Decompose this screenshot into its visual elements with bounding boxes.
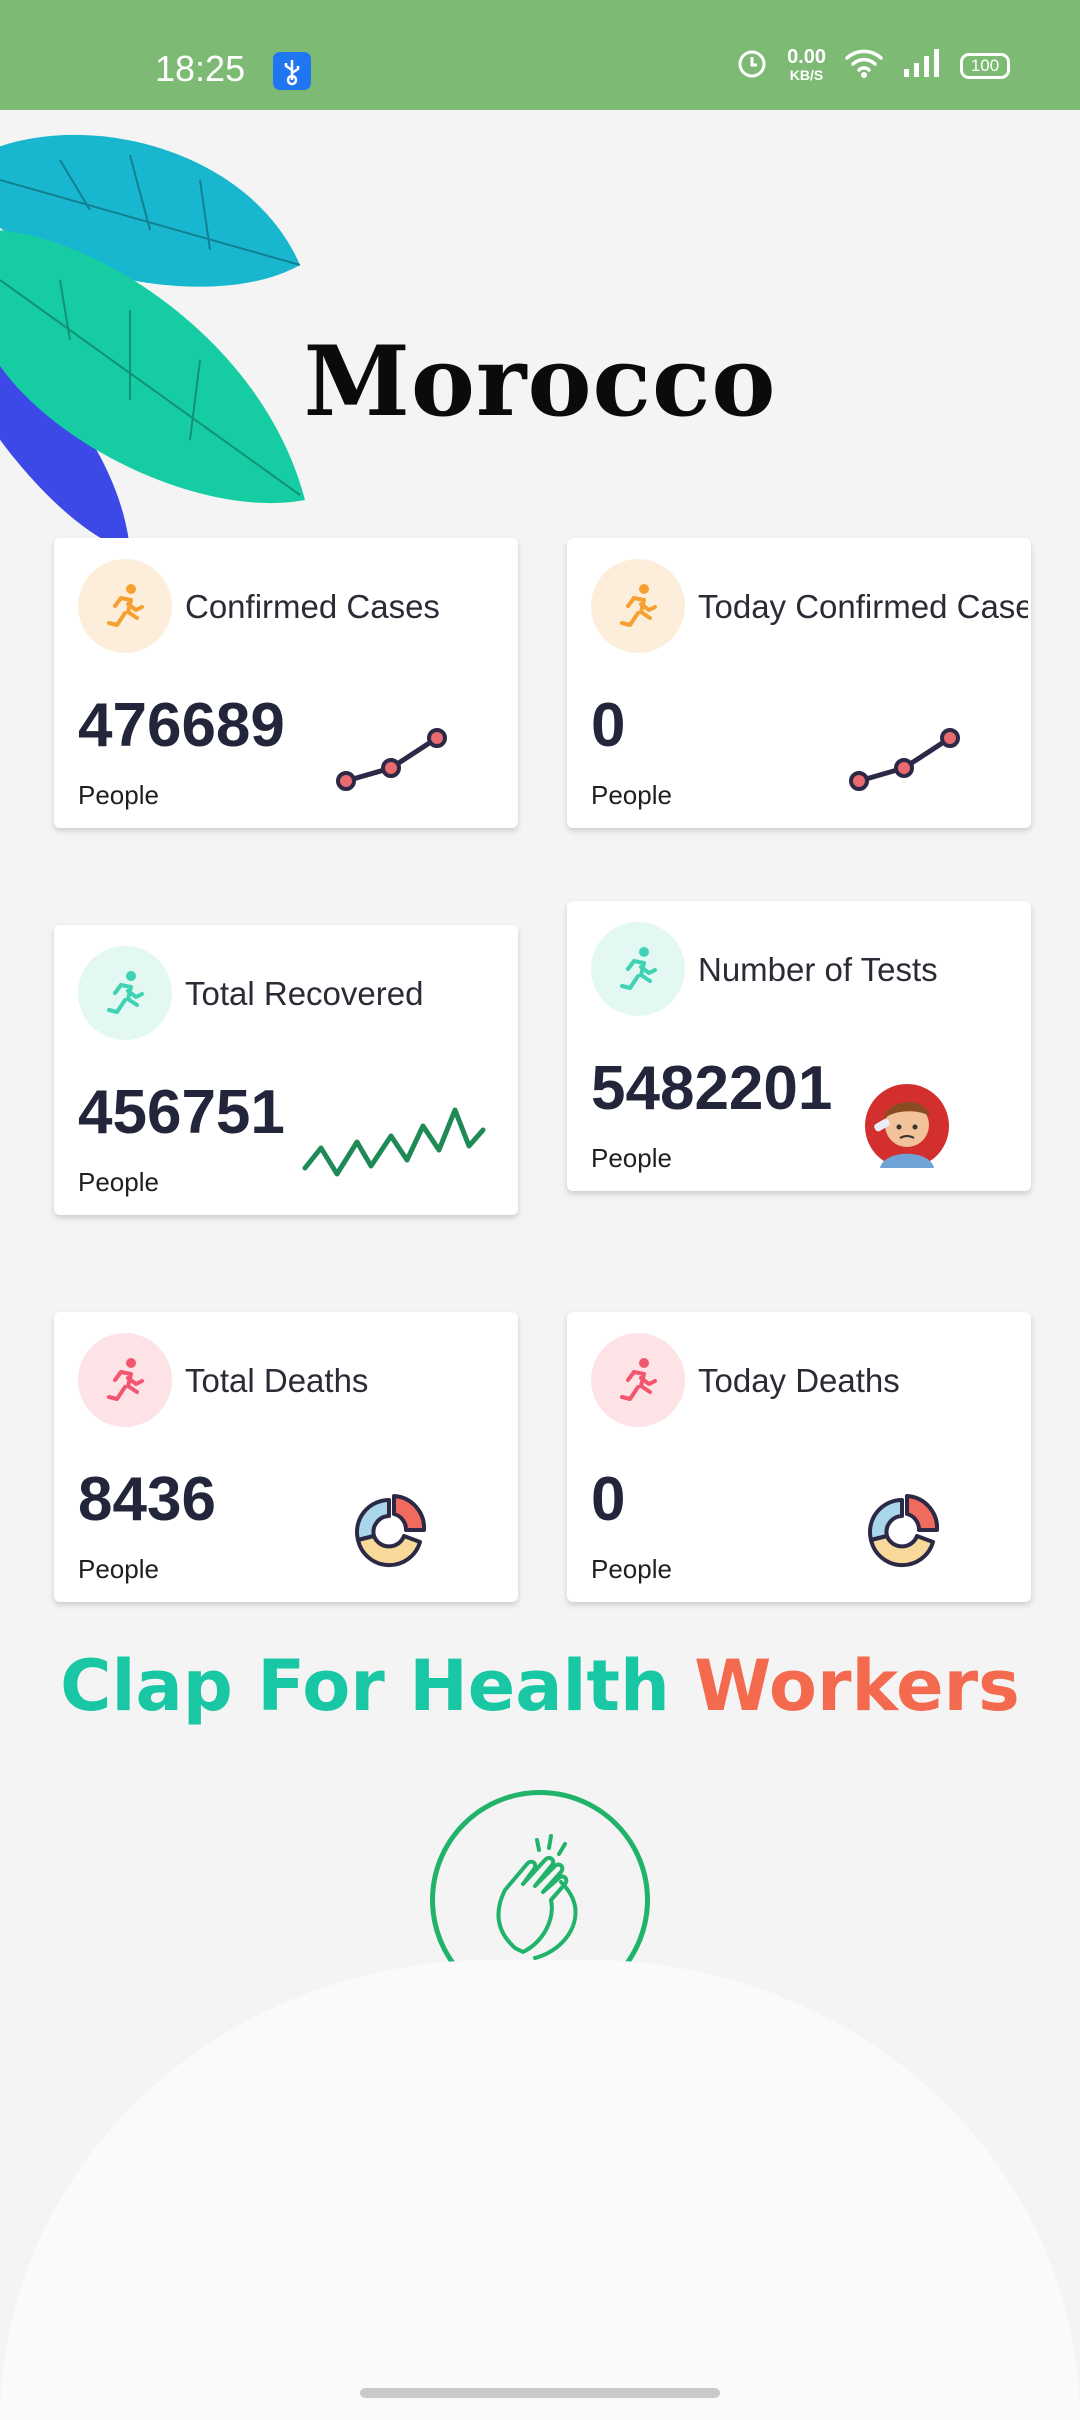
runner-icon: [591, 1333, 685, 1427]
runner-icon: [78, 946, 172, 1040]
donut-chart-icon: [867, 1494, 940, 1568]
card-unit: People: [78, 1554, 159, 1584]
card-value: 476689: [78, 691, 285, 760]
card-unit: People: [78, 780, 159, 810]
clap-heading-part1: Clap For Health: [60, 1645, 670, 1727]
card-title: Today Confirmed Cases: [698, 588, 1028, 625]
signal-icon: [902, 47, 942, 84]
runner-icon: [78, 1333, 172, 1427]
card-unit: People: [78, 1167, 159, 1197]
status-bar: 18:25 0.00 KB/S 100: [0, 0, 1080, 110]
card-total-recovered[interactable]: Total Recovered 456751 People: [54, 925, 518, 1215]
card-total-deaths[interactable]: Total Deaths 8436 People: [54, 1312, 518, 1602]
card-value: 456751: [78, 1078, 285, 1147]
battery-level: 100: [970, 55, 1000, 75]
navigation-handle[interactable]: [360, 2388, 720, 2398]
card-unit: People: [591, 1143, 672, 1173]
clap-heading: Clap For Health Workers: [0, 1645, 1080, 1727]
card-title: Confirmed Cases: [185, 588, 440, 625]
network-speed: 0.00 KB/S: [787, 45, 826, 84]
speed-unit: KB/S: [789, 66, 824, 83]
line-graph-icon: [336, 728, 447, 791]
alarm-icon: [735, 46, 769, 85]
card-number-of-tests[interactable]: Number of Tests 5482201 People: [567, 901, 1031, 1191]
wave-graph-icon: [302, 1107, 486, 1177]
card-unit: People: [591, 1554, 672, 1584]
page-title: Morocco: [303, 325, 777, 438]
bottom-background-curve: [0, 1960, 1080, 2420]
donut-chart-icon: [354, 1494, 427, 1568]
card-title: Number of Tests: [698, 951, 938, 988]
card-title: Total Deaths: [185, 1362, 369, 1399]
status-icons: 0.00 KB/S 100: [735, 46, 1010, 85]
clapping-hands-icon: [496, 1834, 578, 1960]
speed-value: 0.00: [787, 45, 826, 68]
card-unit: People: [591, 780, 672, 810]
card-value: 0: [591, 1465, 626, 1534]
card-confirmed-cases[interactable]: Confirmed Cases 476689 People: [54, 538, 518, 828]
card-title: Today Deaths: [698, 1362, 900, 1399]
clap-heading-part2: Workers: [694, 1645, 1020, 1727]
line-graph-icon: [849, 728, 960, 791]
thermometer-person-icon: [865, 1084, 949, 1168]
runner-icon: [591, 922, 685, 1016]
runner-icon: [591, 559, 685, 653]
usb-debug-icon: [273, 52, 311, 90]
card-value: 5482201: [591, 1054, 833, 1123]
runner-icon: [78, 559, 172, 653]
card-value: 0: [591, 691, 626, 760]
battery-icon: 100: [960, 52, 1010, 79]
card-title: Total Recovered: [185, 975, 424, 1012]
status-time: 18:25: [155, 48, 246, 89]
wifi-icon: [844, 47, 884, 84]
card-today-deaths[interactable]: Today Deaths 0 People: [567, 1312, 1031, 1602]
card-today-confirmed-cases[interactable]: Today Confirmed Cases 0 People: [567, 538, 1031, 828]
card-value: 8436: [78, 1465, 216, 1534]
